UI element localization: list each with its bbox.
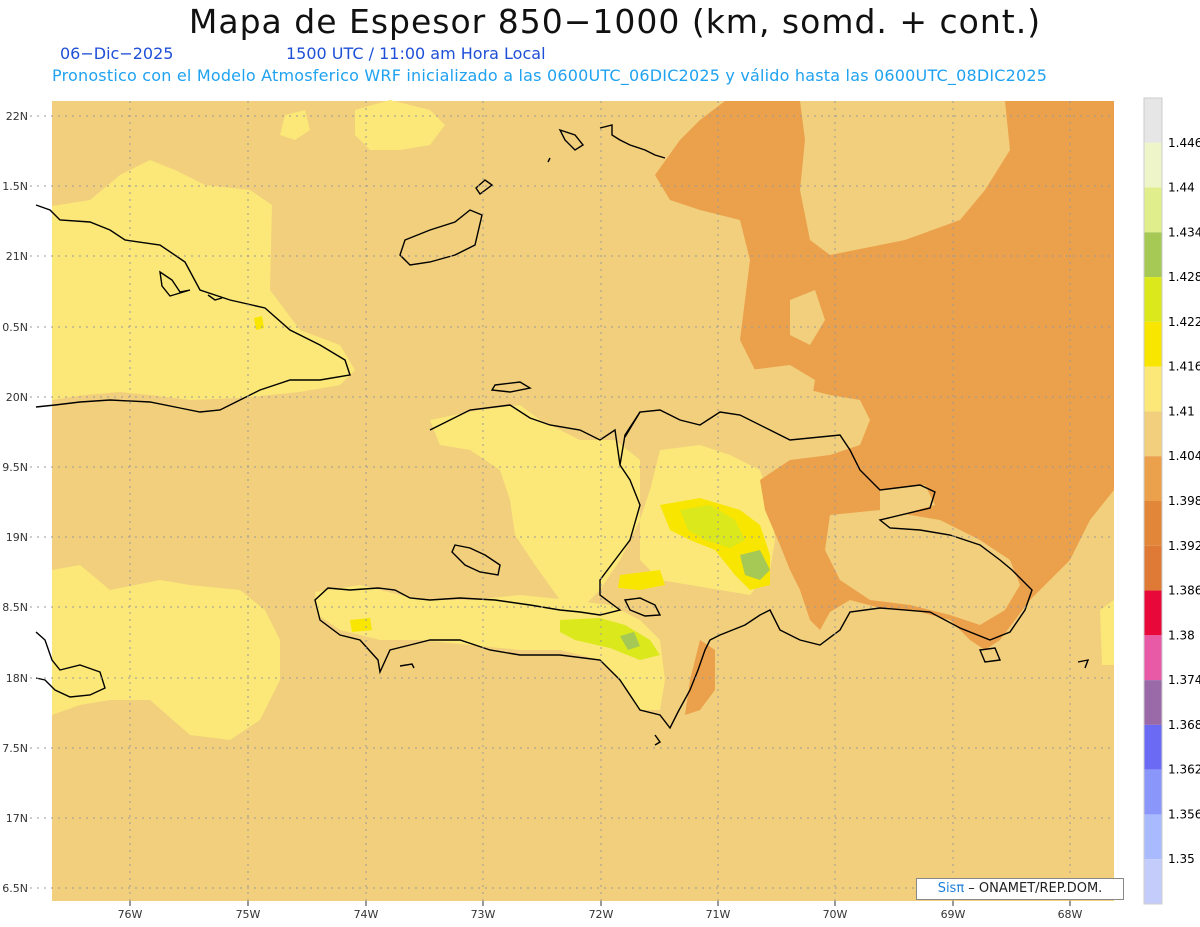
lon-label: 74W: [354, 908, 379, 921]
credit-box: Sisπ – ONAMET/REP.DOM.: [916, 878, 1124, 900]
colorbar-label: 1.392: [1168, 539, 1200, 553]
credit-text: – ONAMET/REP.DOM.: [964, 881, 1103, 896]
colorbar-label: 1.386: [1168, 584, 1200, 598]
colorbar-label: 1.41: [1168, 404, 1195, 418]
colorbar-swatch: [1144, 411, 1162, 457]
lon-label: 73W: [471, 908, 496, 921]
colorbar-swatch: [1144, 814, 1162, 860]
colorbar-label: 1.398: [1168, 494, 1200, 508]
credit-brand: Sisπ: [937, 881, 965, 896]
colorbar-label: 1.362: [1168, 763, 1200, 777]
lat-label: 8.5N: [2, 601, 28, 614]
colorbar-label: 1.356: [1168, 807, 1200, 821]
colorbar-label: 1.44: [1168, 181, 1195, 195]
lon-label: 72W: [589, 908, 614, 921]
colorbar-swatch: [1144, 724, 1162, 770]
colorbar-swatch: [1144, 501, 1162, 546]
colorbar-swatch: [1144, 456, 1162, 501]
lat-label: 7.5N: [2, 742, 28, 755]
colorbar-swatch: [1144, 366, 1162, 412]
lat-label: 20N: [6, 391, 28, 404]
lat-label: 0.5N: [2, 321, 28, 334]
lat-label: 19N: [6, 531, 28, 544]
longitude-labels: 76W 75W 74W 73W 72W 71W 70W 69W 68W: [118, 908, 1083, 921]
colorbar: 1.446 1.44 1.434 1.428 1.422 1.416 1.41 1.404 1.…: [1143, 97, 1200, 905]
lat-label: 22N: [6, 110, 28, 123]
colorbar-label: 1.374: [1168, 673, 1200, 687]
colorbar-swatch: [1144, 635, 1162, 681]
colorbar-label: 1.38: [1168, 628, 1195, 642]
colorbar-label: 1.368: [1168, 718, 1200, 732]
lon-label: 75W: [236, 908, 261, 921]
colorbar-label: 1.428: [1168, 270, 1200, 284]
lon-label: 70W: [823, 908, 848, 921]
axis-ticks: [129, 901, 1071, 906]
lon-label: 69W: [941, 908, 966, 921]
colorbar-label: 1.416: [1168, 360, 1200, 374]
lat-label: 21N: [6, 250, 28, 263]
colorbar-label: 1.446: [1168, 136, 1200, 150]
colorbar-swatch: [1144, 142, 1162, 188]
lon-label: 68W: [1058, 908, 1083, 921]
colorbar-label: 1.422: [1168, 315, 1200, 329]
lat-label: 1.5N: [2, 180, 28, 193]
colorbar-swatch: [1144, 769, 1162, 815]
colorbar-swatch: [1144, 545, 1162, 591]
thickness-map: 76W 75W 74W 73W 72W 71W 70W 69W 68W 22N …: [2, 97, 1200, 921]
lat-label: 17N: [6, 812, 28, 825]
colorbar-label: 1.434: [1168, 225, 1200, 239]
colorbar-swatch: [1144, 277, 1162, 322]
colorbar-label: 1.404: [1168, 449, 1200, 463]
colorbar-swatch: [1144, 187, 1162, 233]
colorbar-label: 1.35: [1168, 852, 1195, 866]
lat-label: 6.5N: [2, 882, 28, 895]
colorbar-swatch: [1144, 680, 1162, 725]
colorbar-swatch: [1144, 859, 1162, 904]
colorbar-swatch: [1144, 232, 1162, 278]
lon-label: 71W: [706, 908, 731, 921]
colorbar-swatch: [1144, 590, 1162, 636]
colorbar-swatch: [1144, 98, 1162, 143]
lat-label: 18N: [6, 672, 28, 685]
latitude-labels: 22N 1.5N 21N 0.5N 20N 9.5N 19N 8.5N 18N …: [2, 110, 28, 895]
lat-label: 9.5N: [2, 461, 28, 474]
colorbar-swatch: [1144, 321, 1162, 367]
lon-label: 76W: [118, 908, 143, 921]
